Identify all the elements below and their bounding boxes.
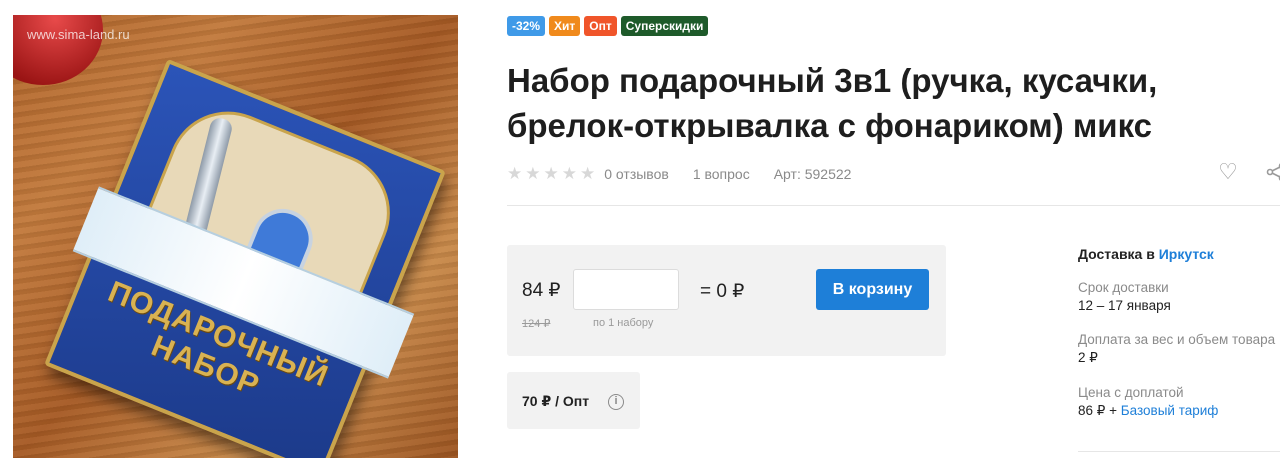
price-with-surcharge-value: 86 ₽ + Базовый тариф bbox=[1078, 403, 1280, 419]
delivery-divider bbox=[1078, 451, 1280, 452]
questions-link[interactable]: 1 вопрос bbox=[693, 166, 750, 182]
per-set-note: по 1 набору bbox=[593, 317, 654, 329]
delivery-city-link[interactable]: Иркутск bbox=[1159, 246, 1214, 262]
delivery-term-value: 12 – 17 января bbox=[1078, 298, 1171, 313]
star-icon: ★ bbox=[507, 164, 523, 183]
watermark: www.sima-land.ru bbox=[27, 27, 130, 42]
product-photo[interactable]: ПОДАРОЧНЫЙ НАБОР www.sima-land.ru bbox=[13, 15, 458, 458]
badge-super-discount: Суперскидки bbox=[620, 16, 709, 36]
reviews-link[interactable]: 0 отзывов bbox=[604, 166, 669, 182]
wholesale-price: 70 ₽ / Опт bbox=[522, 393, 590, 409]
delivery-block: Доставка в Иркутск Срок доставки 12 – 17… bbox=[1078, 246, 1280, 452]
buy-panel: 84 ₽ 124 ₽ по 1 набору = 0 ₽ В корзину bbox=[507, 245, 946, 356]
surcharge-label: Доплата за вес и объем товара bbox=[1078, 332, 1276, 347]
badge-discount: -32% bbox=[507, 16, 546, 36]
star-icon: ★ bbox=[580, 164, 596, 183]
old-price: 124 ₽ bbox=[522, 318, 551, 330]
wholesale-panel[interactable]: 70 ₽ / Опт i bbox=[507, 372, 640, 429]
star-icon: ★ bbox=[561, 164, 577, 183]
total-price: = 0 ₽ bbox=[700, 281, 745, 302]
price-with-surcharge-label: Цена с доплатой bbox=[1078, 385, 1184, 400]
delivery-heading: Доставка в Иркутск bbox=[1078, 246, 1280, 262]
article-number: Арт: 592522 bbox=[773, 166, 852, 182]
share-icon[interactable] bbox=[1264, 160, 1280, 184]
badge-row: -32% Хит Опт Суперскидки bbox=[507, 16, 709, 36]
divider bbox=[507, 205, 1280, 206]
product-title: Набор подарочный 3в1 (ручка, кусачки, бр… bbox=[507, 62, 1158, 144]
surcharge-value: 2 ₽ bbox=[1078, 350, 1098, 365]
delivery-term-label: Срок доставки bbox=[1078, 280, 1169, 295]
base-tariff-link[interactable]: Базовый тариф bbox=[1121, 403, 1219, 418]
rating-stars[interactable]: ★ ★ ★ ★ ★ bbox=[507, 164, 595, 184]
product-meta: ★ ★ ★ ★ ★ 0 отзывов 1 вопрос Арт: 592522 bbox=[507, 164, 851, 184]
quantity-input[interactable] bbox=[573, 269, 679, 310]
delivery-heading-prefix: Доставка в bbox=[1078, 246, 1155, 262]
badge-wholesale: Опт bbox=[584, 16, 617, 36]
add-to-cart-button[interactable]: В корзину bbox=[816, 269, 929, 310]
current-price: 84 ₽ bbox=[522, 280, 561, 301]
star-icon: ★ bbox=[525, 164, 541, 183]
badge-hit: Хит bbox=[549, 16, 581, 36]
info-icon[interactable]: i bbox=[608, 394, 624, 410]
price-with-surcharge-amount: 86 ₽ + bbox=[1078, 403, 1117, 418]
share-icon-svg bbox=[1266, 163, 1280, 181]
star-icon: ★ bbox=[543, 164, 559, 183]
favorite-heart-icon[interactable]: ♡ bbox=[1216, 160, 1240, 184]
